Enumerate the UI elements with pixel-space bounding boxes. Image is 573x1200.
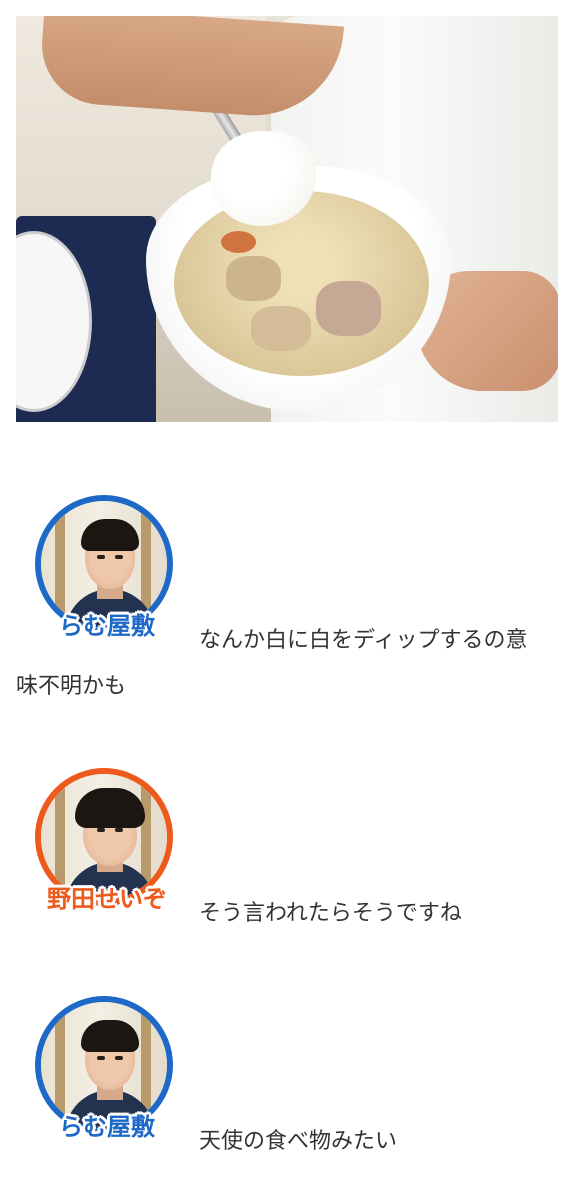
message-text: なんか白に白をディップするの意味不明かも — [16, 628, 528, 699]
message-text: そう言われたらそうですね — [199, 901, 462, 926]
carrot-piece — [221, 231, 256, 253]
cream-stew — [174, 191, 429, 376]
message-text: 天使の食べ物みたい — [199, 1129, 398, 1154]
stew-photo — [16, 16, 558, 422]
